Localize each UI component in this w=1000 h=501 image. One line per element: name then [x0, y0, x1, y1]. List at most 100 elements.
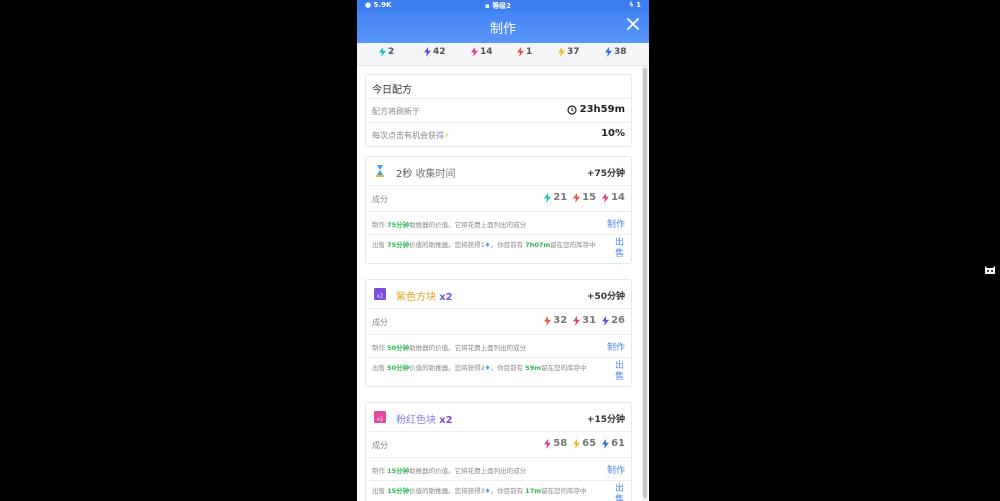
bolt-icon [517, 47, 524, 57]
chance-label: 每次点击有机会获得⚡ [372, 130, 450, 141]
recipe-reward: +15分钟 [586, 415, 625, 425]
sell-amount: 75分钟 [387, 241, 410, 249]
chance-label-text: 每次点击有机会获得 [372, 131, 444, 140]
bolt-icon [602, 192, 610, 203]
bolt-icon [544, 192, 552, 203]
make-button[interactable]: 制作 [607, 340, 625, 353]
make-pre: 制作 [372, 221, 385, 229]
sell-button[interactable]: 出售 [615, 484, 625, 501]
scrollbar[interactable] [642, 66, 648, 501]
components-row: 成分 21 15 14 [366, 186, 631, 212]
bolt-icon: ⚡ [444, 131, 450, 140]
recipe-name-text: 紫色方块 [396, 292, 436, 303]
component-value: 65 [582, 438, 597, 449]
block-icon: x2 [374, 288, 386, 300]
component-value: 21 [553, 192, 568, 203]
component-value: 58 [553, 438, 568, 449]
make-post: 助推器的价值。它将花费上面列出的成分 [409, 344, 527, 352]
sell-post: 留在您的库存中 [541, 487, 587, 495]
components-row: 成分 32 31 26 [366, 309, 631, 335]
today-title: 今日配方 [372, 85, 412, 96]
make-amount: 50分钟 [387, 344, 410, 352]
resource-3: 14 [471, 47, 493, 57]
sell-row: 出售 75分钟价值的助推器。您将获得1♦。你目前有 7h07m留在您的库存中 出售 [366, 235, 631, 263]
today-title-row: 今日配方 [366, 75, 631, 99]
bolt-icon [544, 438, 552, 449]
coin-value: 5.9K [373, 1, 392, 9]
recipe-card: 2秒 收集时间 +75分钟 成分 21 15 14 制作 75分钟助推器的价值。它将花费上… [365, 156, 632, 264]
recipe-title-row: 2秒 收集时间 +75分钟 [366, 157, 631, 186]
sell-button[interactable]: 出售 [615, 361, 625, 383]
make-amount: 75分钟 [387, 221, 410, 229]
svg-text:x2: x2 [377, 294, 383, 300]
recipe-card: x2 粉红色块 x2 +15分钟 成分 58 65 61 制作 15分钟助推器的价值。它将花… [365, 402, 632, 501]
resource-5: 37 [558, 47, 580, 57]
recipe-name: 紫色方块 x2 [396, 288, 453, 303]
sell-pre: 出售 [372, 364, 385, 372]
make-button[interactable]: 制作 [607, 217, 625, 230]
app-window: ● 5.9K ▪ 等级2 ϟ 1 制作 2 42 14 1 37 38 今日配方 配方将刷… [357, 0, 649, 501]
resource-value: 38 [614, 47, 627, 57]
scrollbar-thumb[interactable] [643, 68, 647, 498]
component-item: 61 [602, 438, 625, 449]
component-item: 32 [544, 315, 567, 326]
recipe-name-suffix: x2 [439, 415, 453, 426]
coin-count: ● 5.9K [365, 1, 392, 9]
refresh-row: 配方将刷新于 23h59m [366, 99, 631, 123]
sell-description: 出售 15分钟价值的助推器。您将获得3♦。你目前有 17m留在您的库存中 [372, 487, 604, 496]
resource-6: 38 [605, 47, 627, 57]
bolt-icon [379, 47, 386, 57]
sell-pre: 出售 [372, 487, 385, 495]
block-icon: x2 [374, 411, 386, 423]
sell-mid2: 。你目前有 [490, 487, 524, 495]
cat-icon[interactable] [983, 263, 997, 277]
recipe-name-text: 粉红色块 [396, 415, 436, 426]
resource-4: 1 [517, 47, 532, 57]
sell-mid: 价值的助推器。您将获得 [409, 487, 481, 495]
component-item: 15 [573, 192, 596, 203]
component-item: 14 [602, 192, 625, 203]
make-post: 助推器的价值。它将花费上面列出的成分 [409, 467, 527, 475]
bolt-icon [573, 315, 581, 326]
sell-button[interactable]: 出售 [615, 238, 625, 260]
component-value: 14 [611, 192, 625, 203]
sell-time: 59m [525, 364, 541, 372]
component-value: 32 [553, 315, 568, 326]
sell-mid2: 。你目前有 [490, 241, 524, 249]
sell-time: 7h07m [525, 241, 551, 249]
sell-time: 17m [525, 487, 541, 495]
resource-2: 42 [424, 47, 446, 57]
make-row: 制作 50分钟助推器的价值。它将花费上面列出的成分 制作 [366, 335, 631, 358]
components-row: 成分 58 65 61 [366, 432, 631, 458]
recipe-name-prefix: 2秒 [396, 169, 413, 180]
sell-mid2: 。你目前有 [490, 364, 524, 372]
recipe-list[interactable]: 今日配方 配方将刷新于 23h59m 每次点击有机会获得⚡ 10% 2秒 收集时… [357, 66, 641, 501]
component-item: 58 [544, 438, 567, 449]
bolt-icon [471, 47, 478, 57]
make-button[interactable]: 制作 [607, 463, 625, 476]
close-icon[interactable] [625, 16, 641, 32]
bolt-icon [424, 47, 431, 57]
energy-count: ϟ 1 [629, 1, 641, 9]
bolt-icon [573, 438, 581, 449]
recipe-card: x2 紫色方块 x2 +50分钟 成分 32 31 26 制作 50分钟助推器的价值。它将花… [365, 279, 632, 387]
make-description: 制作 75分钟助推器的价值。它将花费上面列出的成分 [372, 219, 526, 229]
component-item: 31 [573, 315, 596, 326]
make-description: 制作 50分钟助推器的价值。它将花费上面列出的成分 [372, 342, 526, 352]
refresh-label: 配方将刷新于 [372, 107, 420, 116]
resource-value: 37 [567, 47, 580, 57]
sell-amount: 15分钟 [387, 487, 410, 495]
component-value: 26 [611, 315, 625, 326]
page-header: 制作 [357, 11, 649, 43]
chance-row: 每次点击有机会获得⚡ 10% [366, 123, 631, 146]
recipe-title-row: x2 粉红色块 x2 +15分钟 [366, 403, 631, 432]
resource-value: 2 [388, 47, 395, 57]
sell-row: 出售 50分钟价值的助推器。您将获得2♦。你目前有 59m留在您的库存中 出售 [366, 358, 631, 386]
sell-pre: 出售 [372, 241, 385, 249]
status-bar: ● 5.9K ▪ 等级2 ϟ 1 [357, 0, 649, 11]
component-value: 31 [582, 315, 597, 326]
component-value: 61 [611, 438, 625, 449]
recipe-name: 2秒 收集时间 [396, 165, 456, 180]
resource-bar: 2 42 14 1 37 38 [357, 43, 649, 66]
chance-value: 10% [601, 128, 625, 139]
